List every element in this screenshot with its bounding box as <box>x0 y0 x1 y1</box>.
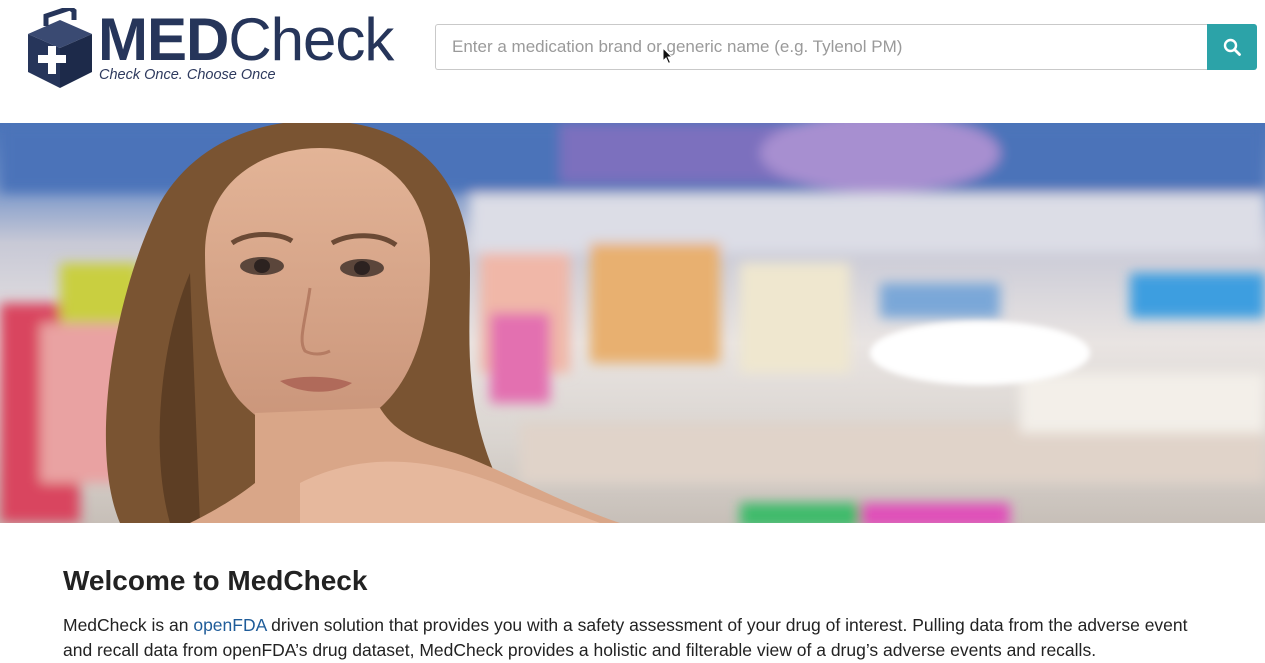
intro-text-prefix: MedCheck is an <box>63 615 194 635</box>
search-input[interactable] <box>435 24 1207 70</box>
search-bar <box>435 24 1257 70</box>
logo-wordmark: MEDCheck <box>98 10 394 70</box>
site-header: MEDCheck Check Once. Choose Once <box>0 0 1265 123</box>
search-button[interactable] <box>1207 24 1257 70</box>
intro-paragraph: MedCheck is an openFDA driven solution t… <box>63 613 1213 663</box>
hero-photo <box>0 123 1265 523</box>
logo-tagline: Check Once. Choose Once <box>99 67 276 83</box>
medicine-box-logo-icon <box>28 8 92 88</box>
search-icon <box>1223 38 1241 56</box>
hero-banner <box>0 123 1265 523</box>
medcheck-logo[interactable]: MEDCheck Check Once. Choose Once <box>24 8 394 90</box>
logo-brand-bold: MED <box>98 6 229 73</box>
page-title: Welcome to MedCheck <box>63 565 368 596</box>
openfda-link[interactable]: openFDA <box>193 615 266 635</box>
logo-brand-regular: Check <box>228 6 394 73</box>
